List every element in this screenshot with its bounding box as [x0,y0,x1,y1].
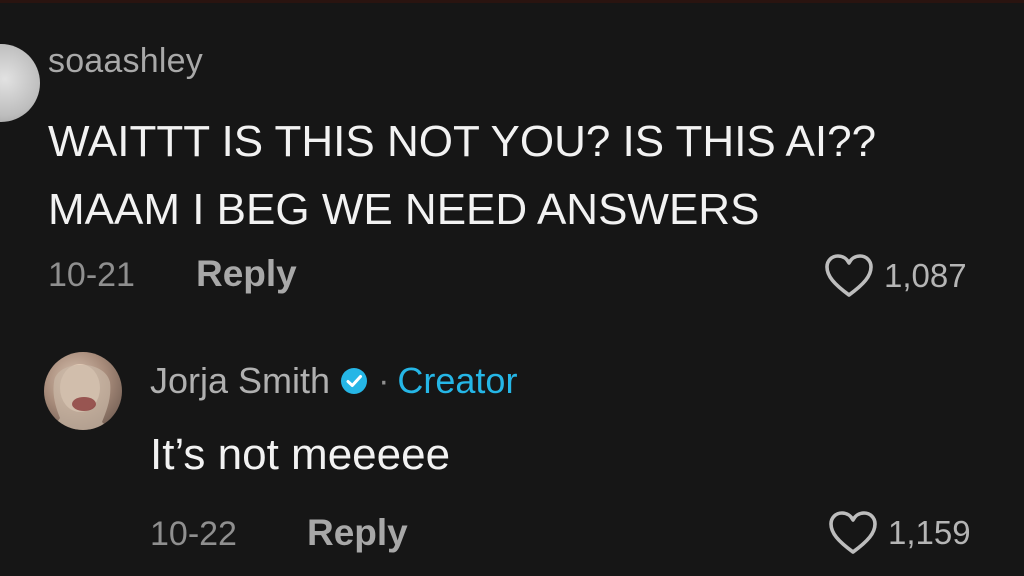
avatar-photo [52,364,111,430]
like-button[interactable]: 1,159 [828,507,971,559]
comment-username[interactable]: soaashley [48,42,203,81]
comment-date: 10-21 [48,256,135,294]
separator-dot: · [378,361,390,400]
comment-thread: soaashley WAITTT IS THIS NOT YOU? IS THI… [0,0,1024,576]
comment-text: It’s not meeeee [150,430,451,479]
comment-header: Jorja Smith · Creator [150,360,517,402]
creator-label: Creator [397,360,518,401]
avatar[interactable] [44,352,122,430]
heart-outline-icon [825,254,873,297]
top-border [0,0,1024,3]
like-button[interactable]: 1,087 [824,252,967,300]
comment-date: 10-22 [150,515,237,553]
like-count: 1,087 [884,257,967,294]
verified-badge-icon [341,368,368,394]
comment-username[interactable]: Jorja Smith [150,360,330,402]
comment-text-line: MAAM I BEG WE NEED ANSWERS [48,185,760,234]
reply-button[interactable]: Reply [307,512,408,554]
avatar[interactable] [0,44,40,122]
reply-button[interactable]: Reply [196,253,297,295]
comment-text-line: WAITTT IS THIS NOT YOU? IS THIS AI?? [48,117,877,166]
comment-text: WAITTT IS THIS NOT YOU? IS THIS AI?? MAA… [48,108,978,244]
heart-outline-icon [829,511,877,554]
like-count: 1,159 [888,514,971,551]
